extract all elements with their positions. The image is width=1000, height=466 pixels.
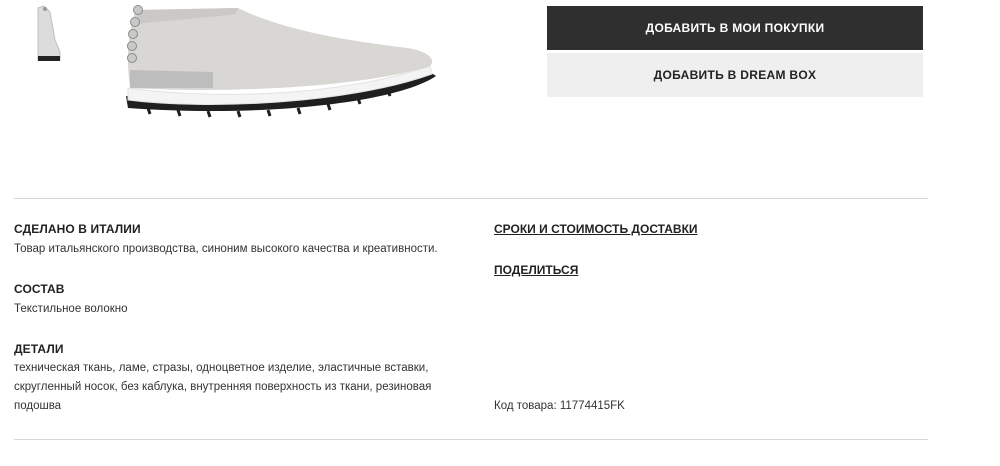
details-text-line-2: скругленный носок, без каблука, внутренн… <box>14 381 432 393</box>
divider <box>14 439 928 440</box>
details-text-line-1: техническая ткань, ламе, стразы, одноцве… <box>14 362 429 374</box>
divider <box>14 198 928 199</box>
product-thumbnail[interactable] <box>30 0 74 66</box>
made-in-text: Товар итальянского производства, синоним… <box>14 243 438 255</box>
composition-text: Текстильное волокно <box>14 303 128 315</box>
product-image <box>126 5 436 118</box>
delivery-link[interactable]: СРОКИ И СТОИМОСТЬ ДОСТАВКИ <box>494 222 698 236</box>
product-code: Код товара: 11774415FK <box>494 400 625 412</box>
details-text-line-3: подошва <box>14 400 62 412</box>
add-to-dreambox-button[interactable]: ДОБАВИТЬ В DREAM BOX <box>547 53 923 97</box>
composition-heading: СОСТАВ <box>14 282 65 296</box>
made-in-heading: СДЕЛАНО В ИТАЛИИ <box>14 222 141 236</box>
share-link[interactable]: ПОДЕЛИТЬСЯ <box>494 263 578 277</box>
details-heading: ДЕТАЛИ <box>14 342 64 356</box>
add-to-cart-button[interactable]: ДОБАВИТЬ В МОИ ПОКУПКИ <box>547 6 923 50</box>
